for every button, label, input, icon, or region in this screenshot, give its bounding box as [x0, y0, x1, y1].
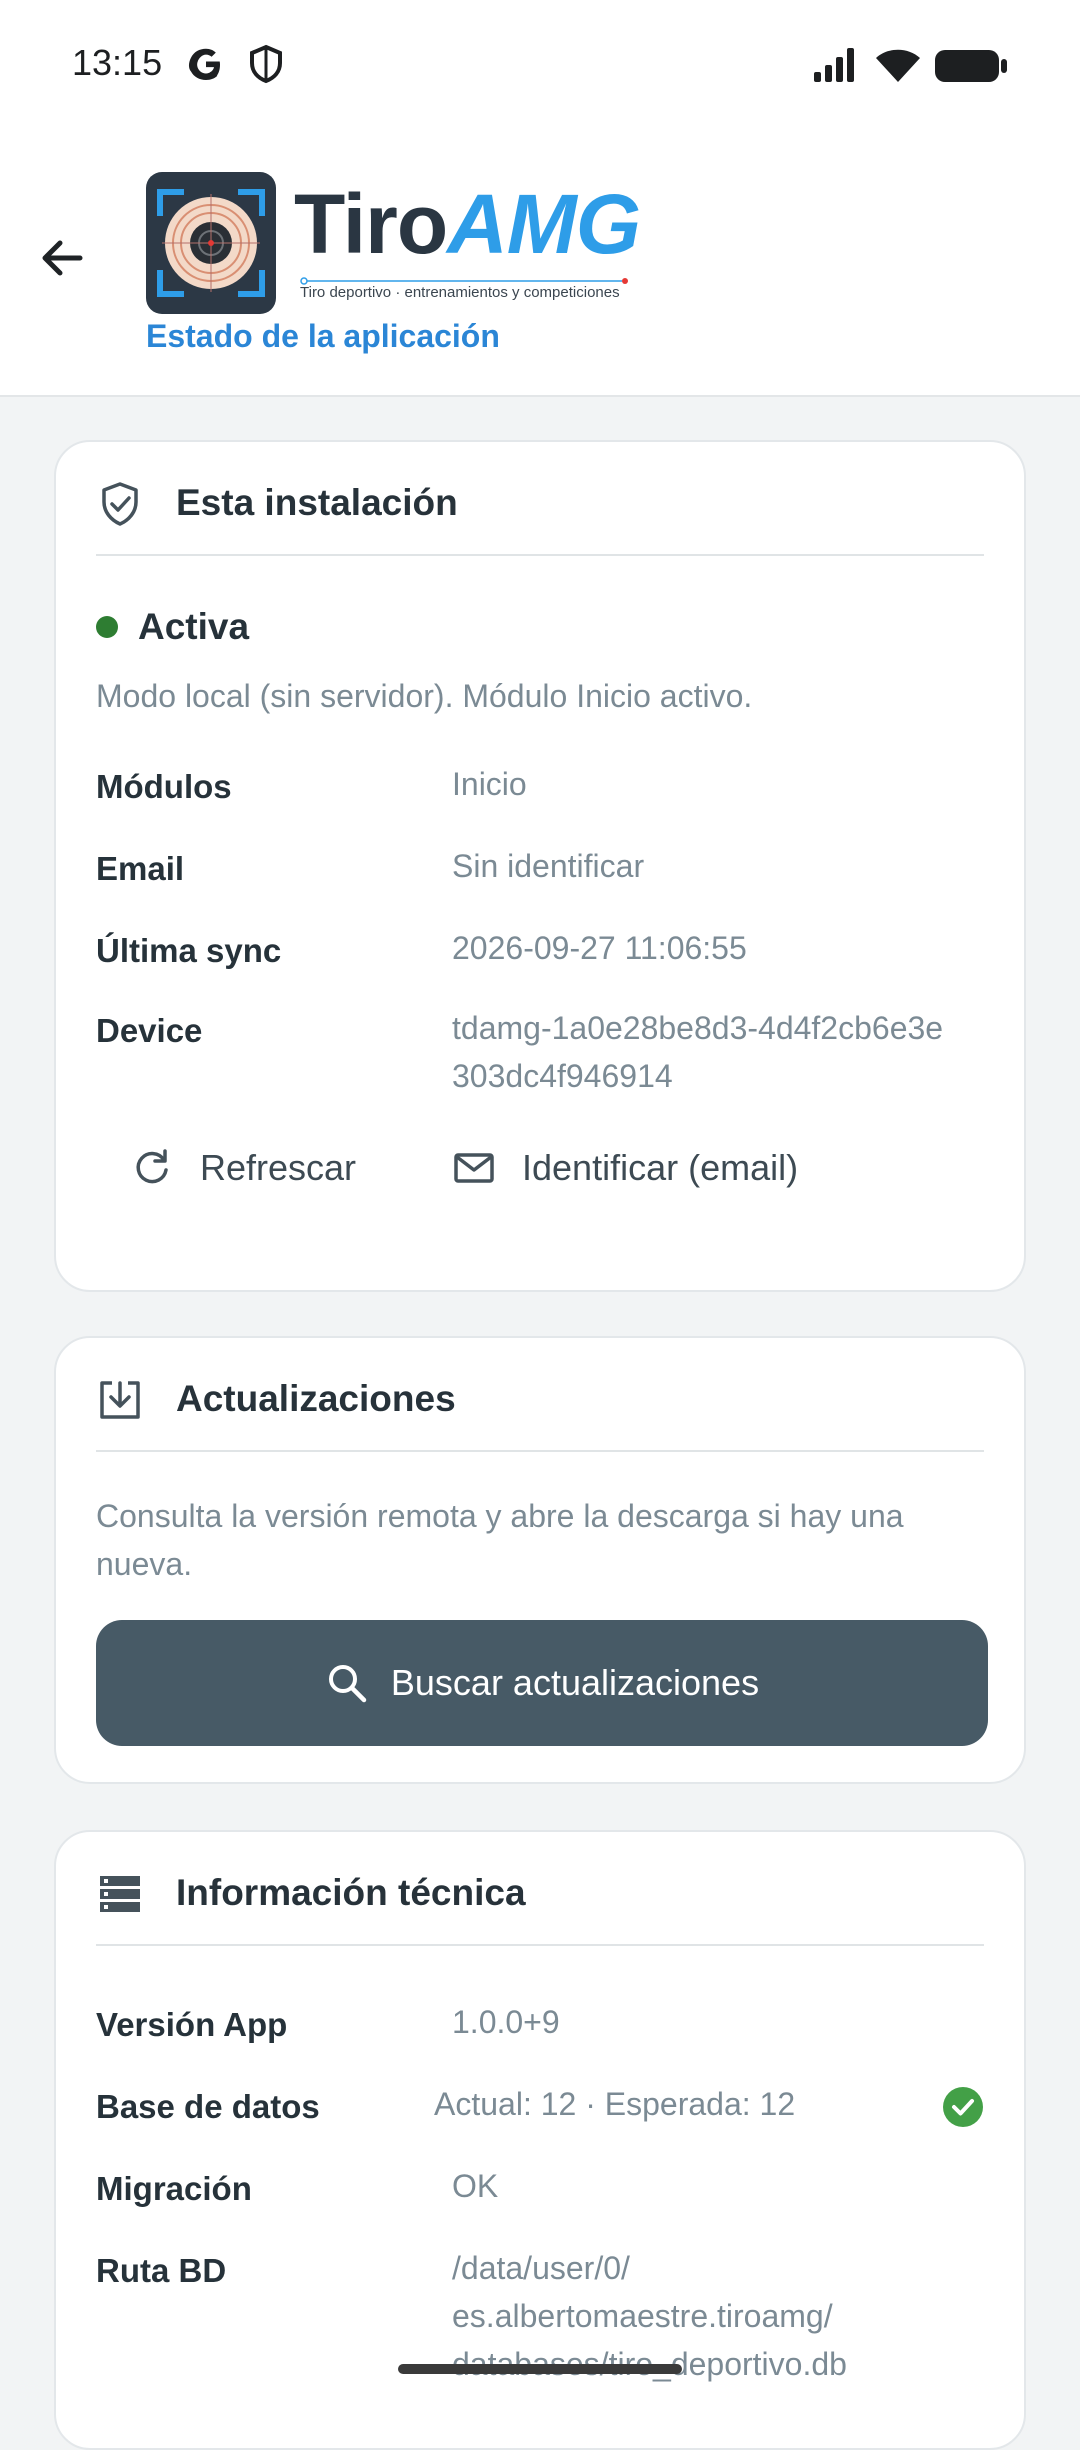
database-label: Base de datos — [96, 2088, 320, 2125]
signal-icon — [814, 48, 854, 82]
technical-card-header: Información técnica — [96, 1832, 984, 1946]
db-path-label: Ruta BD — [96, 2252, 227, 2289]
app-version-value: 1.0.0+9 — [452, 2004, 560, 2040]
status-time: 13:15 — [72, 42, 163, 83]
app-version-label: Versión App — [96, 2006, 288, 2043]
refresh-button[interactable]: Refrescar — [130, 1128, 356, 1208]
home-indicator[interactable] — [398, 2364, 682, 2374]
last-sync-label: Última sync — [96, 932, 282, 969]
storage-icon — [100, 1876, 140, 1912]
status-dot-icon — [96, 616, 118, 638]
email-value: Sin identificar — [452, 848, 645, 884]
db-path-value-line2: es.albertomaestre.tiroamg/ — [452, 2298, 833, 2334]
identify-email-button[interactable]: Identificar (email) — [452, 1128, 798, 1208]
app-logo-wordmark: TiroAMG — [294, 177, 641, 271]
technical-info-card: Información técnica Versión App 1.0.0+9 … — [54, 1830, 1026, 2450]
shield-icon — [250, 44, 282, 84]
updates-description-line1: Consulta la versión remota y abre la des… — [96, 1498, 904, 1534]
check-updates-button-label: Buscar actualizaciones — [390, 1662, 760, 1703]
installation-card: Esta instalación Activa Modo local (sin … — [54, 440, 1026, 1292]
refresh-icon — [136, 1149, 168, 1184]
logo-tagline: Tiro deportivo · entrenamientos y compet… — [300, 284, 620, 301]
updates-description-line2: nueva. — [96, 1546, 193, 1582]
device-value-line1: tdamg-1a0e28be8d3-4d4f2cb6e3e — [452, 1010, 944, 1046]
check-updates-button[interactable]: Buscar actualizaciones — [96, 1620, 988, 1746]
updates-card-title: Actualizaciones — [176, 1378, 456, 1419]
db-path-value-line1: /data/user/0/ — [452, 2250, 630, 2286]
page-title: Estado de la aplicación — [146, 318, 500, 354]
installation-card-title: Esta instalación — [176, 482, 458, 523]
device-value-line2: 303dc4f946914 — [452, 1058, 673, 1094]
migration-value: OK — [452, 2168, 499, 2204]
installation-card-header: Esta instalación — [96, 442, 984, 556]
download-box-icon — [100, 1381, 140, 1419]
app-bar: TiroAMG Tiro deportivo · entrenamientos … — [0, 130, 1080, 397]
identify-email-button-label: Identificar (email) — [522, 1147, 799, 1188]
back-arrow-icon[interactable] — [34, 230, 90, 286]
email-label: Email — [96, 850, 185, 887]
last-sync-value: 2026-09-27 11:06:55 — [452, 930, 747, 966]
status-bar: 13:15 — [0, 0, 1080, 130]
installation-status: Activa — [138, 606, 250, 647]
battery-icon — [935, 50, 1007, 82]
device-label: Device — [96, 1012, 203, 1049]
google-icon — [188, 48, 220, 80]
check-circle-icon — [943, 2087, 983, 2127]
technical-card-title: Información técnica — [176, 1872, 526, 1913]
mail-icon — [454, 1153, 494, 1183]
search-icon — [328, 1665, 367, 1703]
updates-card: Actualizaciones Consulta la versión remo… — [54, 1336, 1026, 1784]
modules-value: Inicio — [452, 766, 527, 802]
verified-shield-icon — [102, 482, 138, 526]
wifi-icon — [876, 49, 920, 82]
database-value: Actual: 12 · Esperada: 12 — [434, 2086, 796, 2122]
updates-card-header: Actualizaciones — [96, 1338, 984, 1452]
migration-label: Migración — [96, 2170, 252, 2207]
installation-description: Modo local (sin servidor). Módulo Inicio… — [96, 678, 753, 714]
modules-label: Módulos — [96, 768, 232, 805]
refresh-button-label: Refrescar — [200, 1147, 357, 1188]
app-logo-icon — [146, 172, 276, 314]
